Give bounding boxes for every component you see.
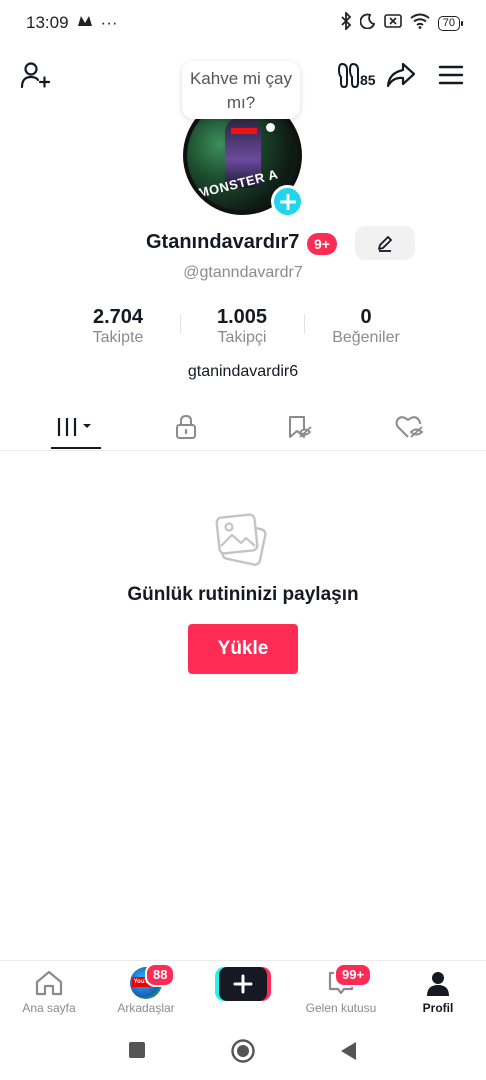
status-note-bubble[interactable]: Kahve mi çay mı? (182, 61, 300, 132)
create-button[interactable] (215, 967, 271, 1001)
stat-label: Takipçi (217, 329, 267, 346)
app-notification-icon (77, 13, 93, 33)
create-plus-icon (219, 967, 267, 1001)
stat-label: Beğeniler (332, 329, 400, 346)
grid-dropdown-icon (57, 418, 91, 436)
name-notification-badge: 9+ (307, 233, 337, 255)
bookmark-hidden-icon (289, 416, 312, 438)
nav-friends[interactable]: YouTube 88 Arkadaşlar (101, 963, 191, 1015)
friends-badge: 88 (145, 963, 176, 987)
tab-private[interactable] (156, 404, 216, 450)
status-bar: 13:09 ··· 70 (0, 0, 486, 46)
recent-apps-button[interactable] (127, 1040, 147, 1065)
display-name: Gtanındavardır7 (146, 231, 300, 253)
back-button[interactable] (338, 1040, 358, 1067)
tab-videos[interactable] (46, 404, 106, 450)
nav-inbox[interactable]: 99+ Gelen kutusu (296, 963, 386, 1015)
profile-bio: gtanindavardir6 (187, 363, 299, 380)
add-friend-button[interactable] (18, 58, 52, 92)
do-not-disturb-icon (359, 13, 376, 34)
footprints-icon (338, 62, 359, 89)
square-icon (129, 1042, 145, 1058)
system-navigation-bar (0, 1024, 486, 1080)
nav-friends-label: Arkadaşlar (117, 1001, 175, 1015)
nav-home-label: Ana sayfa (22, 1001, 76, 1015)
username: @gtanndavardr7 (183, 264, 303, 281)
status-more-indicator: ··· (100, 13, 118, 32)
profile-icon (427, 972, 449, 996)
tab-saved[interactable] (270, 404, 330, 450)
edit-profile-button[interactable] (355, 226, 415, 260)
plus-icon (279, 193, 296, 210)
bluetooth-icon (340, 10, 352, 35)
pencil-icon (378, 236, 392, 252)
stat-value: 2.704 (92, 306, 144, 328)
nav-profile-label: Profil (422, 1001, 454, 1015)
heart-hidden-icon (395, 416, 424, 438)
circle-icon (231, 1039, 255, 1063)
status-note-text: Kahve mi çay mı? (189, 69, 293, 112)
stat-value: 0 (360, 306, 372, 328)
share-profile-button[interactable] (384, 58, 418, 92)
nav-profile[interactable]: Profil (393, 967, 483, 1015)
menu-button[interactable] (434, 58, 468, 92)
nav-home[interactable]: Ana sayfa (4, 967, 94, 1015)
bottom-navigation: Ana sayfa YouTube 88 Arkadaşlar 99+ Gele… (0, 960, 486, 1024)
home-system-button[interactable] (230, 1038, 256, 1069)
status-time: 13:09 (26, 13, 69, 32)
add-story-button[interactable] (271, 185, 304, 218)
home-icon (35, 970, 63, 996)
upload-button[interactable]: Yükle (188, 624, 298, 674)
nav-inbox-label: Gelen kutusu (305, 1001, 377, 1015)
step-counter-button[interactable]: 85 (338, 58, 376, 92)
step-count: 85 (360, 72, 376, 88)
photos-icon (215, 512, 271, 568)
sim-blocked-icon (383, 13, 402, 34)
active-tab-indicator (51, 447, 101, 449)
inbox-badge: 99+ (334, 963, 373, 987)
empty-state-title: Günlük rutininizi paylaşın (127, 584, 359, 605)
battery-icon: 70 (437, 15, 464, 31)
tab-liked[interactable] (380, 404, 440, 450)
profile-tabs (0, 404, 486, 451)
stat-likes[interactable]: 0 Beğeniler (304, 306, 428, 348)
stat-label: Takipte (92, 329, 144, 346)
share-icon (386, 62, 416, 88)
hamburger-menu-icon (438, 65, 464, 85)
back-triangle-icon (341, 1042, 356, 1060)
name-row: Gtanındavardır7 9+ (0, 226, 486, 262)
stat-value: 1.005 (216, 306, 268, 328)
lock-icon (176, 414, 196, 439)
add-user-icon (20, 62, 50, 89)
stat-following[interactable]: 2.704 Takipte (56, 306, 180, 348)
avatar-visor (231, 128, 257, 134)
profile-stats: 2.704 Takipte 1.005 Takipçi 0 Beğeniler (56, 306, 430, 350)
bubble-tail (266, 123, 275, 132)
stat-followers[interactable]: 1.005 Takipçi (180, 306, 304, 348)
wifi-icon (410, 13, 430, 34)
